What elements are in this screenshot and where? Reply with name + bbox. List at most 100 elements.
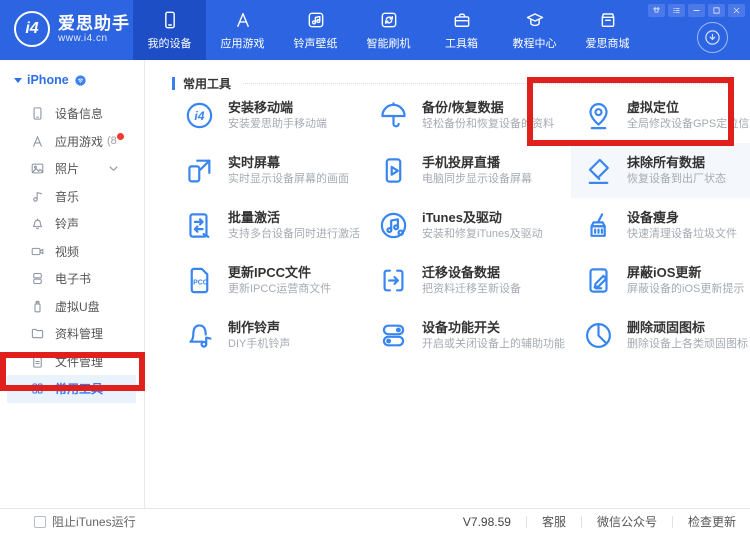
- toggles-icon: [378, 320, 409, 351]
- chevron-down-icon[interactable]: [106, 161, 121, 176]
- sidebar-item-5[interactable]: 视频: [0, 238, 143, 266]
- sidebar-item-2[interactable]: 照片: [0, 155, 143, 183]
- batch-activate-icon: [184, 210, 215, 241]
- tools-grid: i4 安装移动端 安装爱思助手移动端 备份/恢复数据 轻松备份和恢复设备的资料 …: [172, 88, 736, 363]
- music-icon: [30, 189, 45, 204]
- tool-title: 删除顽固图标: [627, 320, 748, 335]
- sidebar-device-header[interactable]: iPhone: [0, 65, 144, 95]
- ebook-icon: [30, 271, 45, 286]
- app-header: i4 爱思助手 www.i4.cn 我的设备应用游戏铃声壁纸智能刷机工具箱教程中…: [0, 0, 750, 60]
- sidebar-item-label: 常用工具: [55, 380, 103, 397]
- sidebar-item-7[interactable]: 虚拟U盘: [0, 293, 143, 321]
- sidebar-item-6[interactable]: 电子书: [0, 265, 143, 293]
- tool-item-13[interactable]: 设备功能开关 开启或关闭设备上的辅助功能: [366, 308, 571, 363]
- tool-subtitle: 更新IPCC运营商文件: [228, 283, 331, 296]
- nav-item-1[interactable]: 应用游戏: [206, 0, 279, 60]
- menu-button[interactable]: [668, 4, 685, 17]
- sidebar-item-3[interactable]: 音乐: [0, 183, 143, 211]
- status-bar: 阻止iTunes运行 V7.98.59 客服微信公众号检查更新: [0, 508, 750, 534]
- tool-item-14[interactable]: 删除顽固图标 删除设备上各类顽固图标: [571, 308, 750, 363]
- tool-item-5[interactable]: 抹除所有数据 恢复设备到出厂状态: [571, 143, 750, 198]
- tool-subtitle: 安装爱思助手移动端: [228, 118, 327, 131]
- footer-divider: [672, 516, 673, 528]
- nav-item-2[interactable]: 铃声壁纸: [279, 0, 352, 60]
- tool-title: 更新IPCC文件: [228, 265, 331, 280]
- sidebar-item-4[interactable]: 铃声: [0, 210, 143, 238]
- shirt-icon: [652, 6, 661, 15]
- nav-item-6[interactable]: 爱思商城: [571, 0, 644, 60]
- close-button[interactable]: [728, 4, 745, 17]
- nav-item-5[interactable]: 教程中心: [498, 0, 571, 60]
- minimize-button[interactable]: [688, 4, 705, 17]
- tool-title: 备份/恢复数据: [422, 100, 554, 115]
- tool-item-0[interactable]: i4 安装移动端 安装爱思助手移动端: [172, 88, 366, 143]
- tool-item-8[interactable]: 设备瘦身 快速清理设备垃圾文件: [571, 198, 750, 253]
- sidebar-item-label: 虚拟U盘: [55, 298, 100, 315]
- umbrella-icon: [378, 100, 409, 131]
- tool-title: 安装移动端: [228, 100, 327, 115]
- bell-icon: [30, 216, 45, 231]
- tool-item-6[interactable]: 批量激活 支持多台设备同时进行激活: [172, 198, 366, 253]
- tool-subtitle: 轻松备份和恢复设备的资料: [422, 118, 554, 131]
- tool-item-2[interactable]: 虚拟定位 全局修改设备GPS定位信息: [571, 88, 750, 143]
- nav-item-label: 铃声壁纸: [294, 35, 338, 51]
- nav-item-label: 工具箱: [445, 35, 478, 51]
- sidebar-item-label: 铃声: [55, 215, 79, 232]
- tool-item-12[interactable]: 制作铃声 DIY手机铃声: [172, 308, 366, 363]
- tool-title: 屏蔽iOS更新: [627, 265, 744, 280]
- tool-item-9[interactable]: IPCC 更新IPCC文件 更新IPCC运营商文件: [172, 253, 366, 308]
- pie-icon: [583, 320, 614, 351]
- tool-item-7[interactable]: iTunes及驱动 安装和修复iTunes及驱动: [366, 198, 571, 253]
- collapse-triangle-icon: [14, 78, 22, 83]
- sidebar-item-label: 音乐: [55, 188, 79, 205]
- sidebar-item-10[interactable]: 常用工具: [7, 375, 136, 403]
- mall-icon: [598, 10, 618, 30]
- tool-item-11[interactable]: 屏蔽iOS更新 屏蔽设备的iOS更新提示: [571, 253, 750, 308]
- screen-share-icon: [184, 155, 215, 186]
- sidebar-item-label: 资料管理: [55, 325, 103, 342]
- sidebar-item-0[interactable]: 设备信息: [0, 100, 143, 128]
- nav-item-label: 我的设备: [148, 35, 192, 51]
- tool-title: 制作铃声: [228, 320, 290, 335]
- tool-item-4[interactable]: 手机投屏直播 电脑同步显示设备屏幕: [366, 143, 571, 198]
- photos-icon: [30, 161, 45, 176]
- tool-item-3[interactable]: 实时屏幕 实时显示设备屏幕的画面: [172, 143, 366, 198]
- download-button[interactable]: [697, 22, 728, 53]
- sidebar-item-label: 应用游戏: [55, 133, 103, 150]
- notification-dot: [117, 133, 124, 140]
- tool-item-10[interactable]: 迁移设备数据 把资料迁移至新设备: [366, 253, 571, 308]
- sidebar-item-8[interactable]: 资料管理: [0, 320, 143, 348]
- nav-item-label: 智能刷机: [367, 35, 411, 51]
- nav-item-0[interactable]: 我的设备: [133, 0, 206, 60]
- sidebar-item-1[interactable]: 应用游戏 (8: [0, 128, 143, 156]
- list-icon: [672, 6, 681, 15]
- block-itunes-checkbox-row[interactable]: 阻止iTunes运行: [34, 513, 136, 530]
- ringtone-maker-icon: [184, 320, 215, 351]
- footer-divider: [581, 516, 582, 528]
- nav-item-3[interactable]: 智能刷机: [352, 0, 425, 60]
- footer-right: V7.98.59 客服微信公众号检查更新: [463, 513, 750, 530]
- nav-item-label: 应用游戏: [221, 35, 265, 51]
- broom-icon: [583, 210, 614, 241]
- block-itunes-checkbox[interactable]: [34, 516, 46, 528]
- tool-title: 设备瘦身: [627, 210, 737, 225]
- main-panel: 常用工具 i4 安装移动端 安装爱思助手移动端 备份/恢复数据 轻松备份和恢复设…: [146, 60, 750, 508]
- footer-link-0[interactable]: 客服: [542, 513, 566, 530]
- nav-item-4[interactable]: 工具箱: [425, 0, 498, 60]
- ipcc-file-icon: IPCC: [184, 265, 215, 296]
- sidebar-item-count: (8: [107, 135, 117, 147]
- footer-link-2[interactable]: 检查更新: [688, 513, 736, 530]
- app-title: 爱思助手: [58, 15, 130, 33]
- skin-button[interactable]: [648, 4, 665, 17]
- appstore-icon: [233, 10, 253, 30]
- tool-title: 手机投屏直播: [422, 155, 532, 170]
- tool-subtitle: 开启或关闭设备上的辅助功能: [422, 338, 565, 351]
- toolbox-icon: [452, 10, 472, 30]
- flash-icon: [379, 10, 399, 30]
- footer-link-1[interactable]: 微信公众号: [597, 513, 657, 530]
- tool-item-1[interactable]: 备份/恢复数据 轻松备份和恢复设备的资料: [366, 88, 571, 143]
- grid-icon: [30, 381, 45, 396]
- sidebar-item-9[interactable]: 文件管理: [0, 348, 143, 376]
- maximize-button[interactable]: [708, 4, 725, 17]
- apps-icon: [30, 134, 45, 149]
